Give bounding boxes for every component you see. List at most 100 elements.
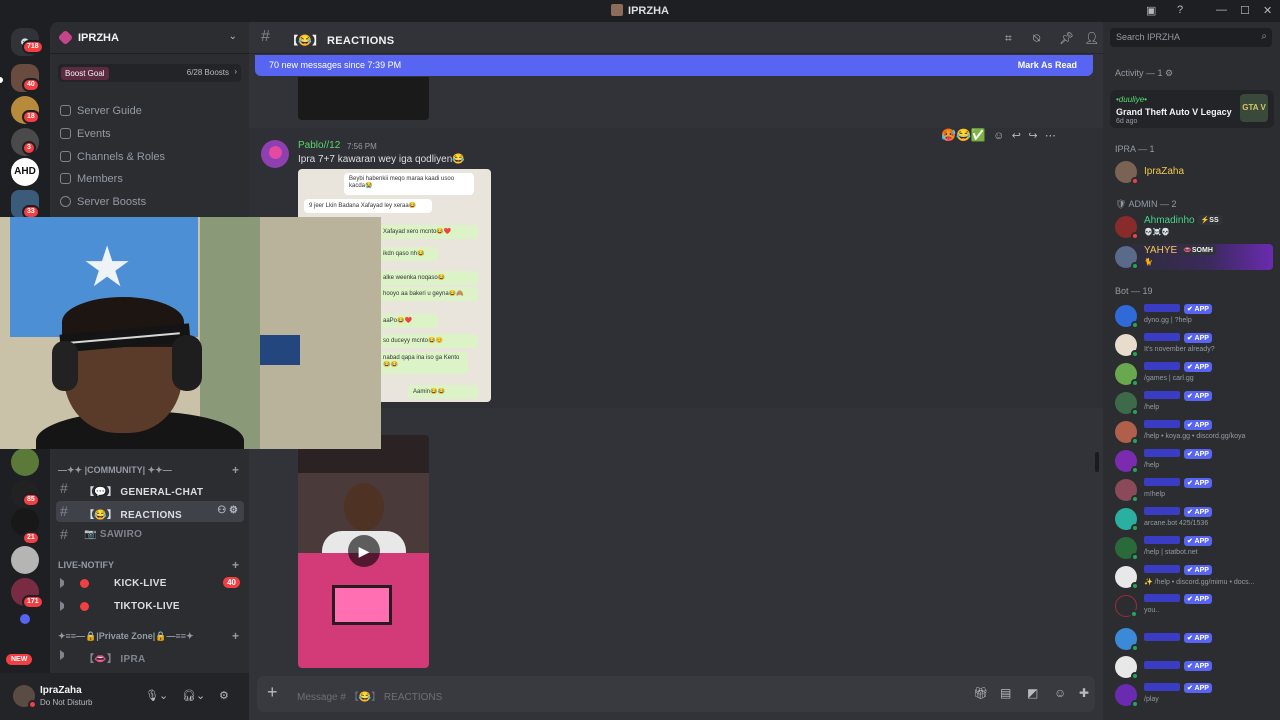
member-row[interactable]: ✔ APP you.. — [1113, 593, 1273, 619]
reply-icon[interactable]: ↩ — [1012, 130, 1021, 142]
invite-settings-icons[interactable]: ⚇ ⚙ — [217, 505, 238, 516]
apps-icon[interactable]: ✚ — [1079, 686, 1089, 700]
member-row[interactable]: ✔ APP arcane.bot 425/1536 — [1113, 506, 1273, 532]
guide-icon — [60, 105, 71, 116]
new-messages-bar[interactable]: 70 new messages since 7:39 PM Mark As Re… — [255, 55, 1093, 76]
member-row[interactable]: ✔ APP/play — [1113, 682, 1273, 708]
server-ahd[interactable]: AHD — [11, 158, 39, 186]
status-icon — [1131, 437, 1139, 445]
inbox-icon[interactable]: ▣ — [1146, 4, 1156, 17]
avatar — [1115, 421, 1139, 445]
category-private-zone[interactable]: ✦≡≡—🔒|Private Zone|🔒—≡≡✦ + — [58, 629, 243, 643]
video-attachment[interactable]: ▶ — [298, 435, 429, 668]
channel-general-chat[interactable]: # 【💬】 GENERAL-CHAT — [56, 478, 244, 499]
server-icon-6[interactable] — [11, 448, 39, 476]
channel-kick-live[interactable]: KICK-LIVE 40 — [56, 573, 244, 594]
mark-as-read-button[interactable]: Mark As Read — [1018, 60, 1077, 70]
member-row[interactable]: ✔ APP — [1113, 654, 1273, 680]
threads-icon[interactable]: ⌗ — [1005, 31, 1012, 46]
channel-title: 【😂】 REACTIONS — [287, 35, 395, 47]
member-row[interactable]: ✔ APP/help — [1113, 448, 1273, 474]
nav-channels-roles[interactable]: Channels & Roles — [60, 148, 240, 168]
redacted-name — [1144, 565, 1180, 573]
member-name: ✔ APP — [1144, 661, 1212, 672]
member-list-icon[interactable]: 👤︎ — [1084, 31, 1099, 45]
redacted-name — [1144, 449, 1180, 457]
gift-icon[interactable]: 🎁︎ — [973, 686, 988, 700]
channel-tiktok-live[interactable]: TIKTOK-LIVE — [56, 596, 244, 617]
member-row[interactable]: ✔ APP — [1113, 626, 1273, 652]
search-input[interactable]: Search IPRZHA ⌕ — [1110, 28, 1272, 47]
member-row[interactable]: ✔ APP/games | carl.gg — [1113, 361, 1273, 387]
sticker-icon[interactable]: ◩ — [1027, 686, 1038, 700]
video-attachment-previous[interactable] — [298, 77, 429, 120]
member-name: Ahmadinho ⚡SS — [1144, 215, 1222, 226]
redacted-name — [1144, 594, 1180, 602]
minimize-icon[interactable]: — — [1216, 4, 1227, 16]
avatar — [1115, 305, 1139, 329]
member-row[interactable]: ✔ APP/help | statbot.net — [1113, 535, 1273, 561]
member-row[interactable]: Ahmadinho ⚡SS 💀☠️💀 — [1113, 214, 1273, 240]
emoji-icon[interactable]: ☺ — [1054, 686, 1066, 700]
quick-reactions[interactable]: 🥵😂✅ — [941, 128, 986, 142]
video-person — [344, 483, 384, 531]
member-row[interactable]: ✔ APP/help — [1113, 390, 1273, 416]
guild-header[interactable]: IPRZHA ⌄ — [50, 22, 249, 54]
author-avatar[interactable] — [261, 140, 289, 168]
scrollbar-thumb[interactable] — [1095, 452, 1099, 472]
channel-ipra[interactable]: 【👄】 IPRA — [56, 645, 244, 666]
add-channel-icon[interactable]: + — [232, 463, 239, 477]
member-row[interactable]: ✔ APP/help • koya.gg • discord.gg/koya — [1113, 419, 1273, 445]
discord-app: IPRZHA ▣ ? — ☐ ✕ ☻ 718 40 18 3 AHD 33 85… — [0, 0, 1280, 720]
channel-reactions[interactable]: # 【😂】 REACTIONS ⚇ ⚙ — [56, 501, 244, 522]
message-composer[interactable]: + Message # 【😂】 REACTIONS 🎁︎ ▤ ◩ ☺ ✚ — [257, 676, 1095, 712]
category-live-notify[interactable]: LIVE-NOTIFY + — [58, 558, 243, 572]
mute-bell-icon[interactable]: ⍉ — [1033, 31, 1040, 46]
add-reaction-icon[interactable]: ☺ — [993, 130, 1004, 142]
chat-bubble: Beybi habenkii meqo maraa kaadi usoo kac… — [344, 173, 474, 195]
headphones-icon[interactable]: 🎧︎⌄ — [182, 689, 205, 702]
nav-events[interactable]: Events — [60, 125, 240, 145]
play-icon[interactable]: ▶ — [348, 535, 380, 567]
category-community[interactable]: —✦✦ |COMMUNITY| ✦✦— + — [58, 463, 243, 477]
folder-icon[interactable] — [20, 614, 30, 624]
forward-icon[interactable]: ↪ — [1028, 130, 1037, 142]
member-row[interactable]: ✔ APP m!help — [1113, 477, 1273, 503]
upload-plus-icon[interactable]: + — [267, 682, 278, 703]
streamer — [36, 295, 244, 449]
channel-sawiro[interactable]: # 📷 SAWIRO — [56, 524, 244, 545]
close-icon[interactable]: ✕ — [1263, 4, 1272, 17]
more-options-icon[interactable]: ⋯ — [1045, 130, 1056, 142]
maximize-icon[interactable]: ☐ — [1240, 4, 1250, 17]
member-name: ✔ APP — [1144, 449, 1212, 460]
chevron-down-icon[interactable]: ⌄ — [229, 31, 237, 42]
server-badge: 3 — [22, 141, 36, 155]
message-input[interactable]: Message # 【😂】 REACTIONS — [297, 688, 442, 703]
member-row[interactable]: IpraZaha — [1113, 159, 1273, 185]
help-icon[interactable]: ? — [1177, 4, 1183, 16]
live-dot-icon — [80, 579, 89, 588]
avatar[interactable] — [13, 685, 37, 709]
add-channel-icon[interactable]: + — [232, 558, 239, 572]
nav-members[interactable]: Members — [60, 170, 240, 190]
member-row[interactable]: ✔ APP It's november already? — [1113, 332, 1273, 358]
settings-gear-icon[interactable]: ⚙ — [219, 689, 229, 702]
member-row[interactable]: YAHYE 👄SOMH 🐈 — [1113, 244, 1273, 270]
microphone-icon[interactable]: 🎙︎⌄ — [145, 689, 168, 702]
boost-goal[interactable]: Boost Goal 6/28 Boosts › — [58, 64, 241, 82]
member-row[interactable]: ✔ APP dyno.gg | ?help — [1113, 303, 1273, 329]
activity-card[interactable]: •duuliye• Grand Theft Auto V Legacy 6d a… — [1110, 90, 1274, 128]
status-icon — [1131, 232, 1139, 240]
unread-badge: 718 — [22, 40, 44, 54]
server-icon-9[interactable] — [11, 546, 39, 574]
member-row[interactable]: ✔ APP ✨ /help • discord.gg/mimu • docs... — [1113, 564, 1273, 590]
guild-name: IPRZHA — [78, 32, 119, 44]
pin-icon[interactable]: 📌︎ — [1059, 31, 1074, 45]
add-channel-icon[interactable]: + — [232, 629, 239, 643]
nav-server-boosts[interactable]: Server Boosts — [60, 193, 240, 213]
redacted-name — [1144, 333, 1180, 341]
redacted-name — [1144, 420, 1180, 428]
nav-server-guide[interactable]: Server Guide — [60, 102, 240, 122]
gif-icon[interactable]: ▤ — [1000, 686, 1011, 700]
message-author[interactable]: Pablo//12 — [298, 140, 340, 151]
